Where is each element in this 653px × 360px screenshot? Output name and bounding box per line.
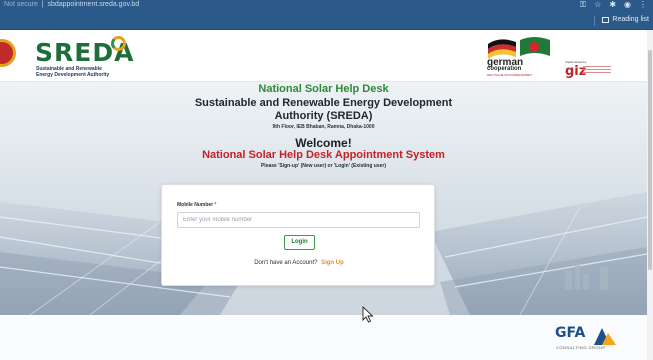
system-title: National Solar Help Desk Appointment Sys… [202, 149, 445, 161]
menu-icon[interactable]: ⋮ [639, 0, 647, 10]
url-text[interactable]: sbdappointment.sreda.gov.bd [47, 1, 139, 8]
authority-address: 9th Floor, IEB Bhaban, Ramna, Dhaka-1000 [272, 124, 375, 129]
welcome-heading: Welcome! [295, 136, 352, 150]
partner-tagline: DEUTSCHE ZUSAMMENARBEIT [487, 73, 533, 77]
signup-prompt: Don't have an Account? Sign Up [162, 260, 436, 266]
sun-icon [111, 36, 126, 51]
reading-list-icon [602, 16, 610, 23]
hero-banner: National Solar Help Desk Sustainable and… [0, 82, 647, 315]
giz-tagline-lines [583, 66, 611, 74]
extensions-icon[interactable]: ✱ [609, 0, 616, 10]
star-icon[interactable]: ☆ [594, 0, 601, 10]
no-account-text: Don't have an Account? [254, 260, 318, 266]
key-icon[interactable]: ⚿ [580, 0, 586, 10]
page-scrollbar[interactable] [647, 30, 653, 360]
gfa-triangle-icon [594, 328, 616, 345]
authority-title-1: Sustainable and Renewable Energy Develop… [194, 97, 453, 109]
scrollbar-thumb[interactable] [648, 50, 652, 270]
bookmarks-bar: Reading list [0, 12, 653, 30]
required-mark: * [214, 202, 217, 208]
gfa-logo-subtitle: CONSULTING GROUP [556, 345, 606, 350]
browser-address-bar: Not secure | sbdappointment.sreda.gov.bd… [0, 0, 653, 12]
reading-list-label: Reading list [612, 16, 649, 23]
helpdesk-title: National Solar Help Desk [258, 83, 389, 95]
mouse-cursor-icon [362, 306, 374, 323]
partner-name-2: cooperation [487, 66, 522, 72]
site-header: SREDA Sustainable and Renewable Energy D… [0, 30, 647, 82]
reading-list-button[interactable]: Reading list [602, 16, 649, 23]
login-button[interactable]: Login [284, 235, 315, 250]
mobile-number-label: Mobile Number * [177, 202, 216, 208]
security-label[interactable]: Not secure [4, 1, 38, 8]
mobile-label-text: Mobile Number [177, 202, 214, 208]
brand-subtitle-2: Energy Development Authority [36, 72, 110, 78]
authority-title-2: Authority (SREDA) [274, 110, 373, 122]
signup-login-hint: Please 'Sign-up' (New user) or 'Login' (… [260, 163, 387, 169]
mobile-number-input[interactable] [177, 212, 420, 228]
gfa-logo-text: GFA [555, 325, 586, 341]
bangladesh-emblem-icon [0, 39, 16, 67]
url-display[interactable]: Not secure | sbdappointment.sreda.gov.bd [4, 1, 139, 8]
toolbar-separator [594, 16, 595, 26]
browser-toolbar-icons: ⚿ ☆ ✱ ◉ ⋮ [580, 0, 647, 10]
signup-link[interactable]: Sign Up [321, 260, 344, 266]
login-card: Mobile Number * Login Don't have an Acco… [161, 184, 435, 286]
profile-icon[interactable]: ◉ [624, 0, 631, 10]
